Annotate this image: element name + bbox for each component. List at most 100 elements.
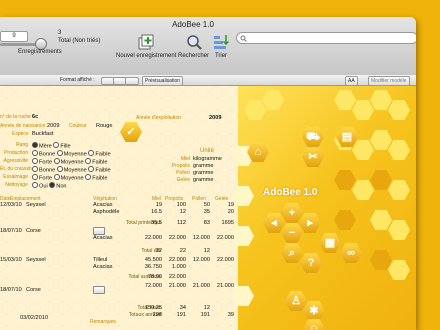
lock-icon: ♙ — [291, 295, 301, 307]
unit-value-jelly[interactable]: gramme — [193, 177, 214, 184]
spring-total-jelly: 1695 — [221, 220, 234, 226]
row7-add-button[interactable] — [93, 286, 105, 294]
row3-date[interactable]: 18/07/10 — [0, 228, 22, 235]
unit-value-pollen[interactable]: gramme — [193, 170, 214, 177]
aggress-option-low: Faible — [92, 159, 108, 166]
row6-propolis[interactable]: 1.000 — [162, 264, 186, 270]
rank-radio-mother[interactable] — [32, 142, 38, 148]
record-form: AdoBee 1.0 ⛟ ▤ ✂ ⌂ + ◂ ▸ − ⌕ ▦ ∞ ? ♙ ✱ ☺… — [0, 86, 416, 330]
production-radio-low[interactable] — [88, 150, 95, 156]
honeycomb-cell — [334, 90, 356, 110]
preview-button[interactable]: Prévisualisation — [142, 76, 184, 86]
rank-option-mother: Mère — [39, 143, 52, 150]
row5-place[interactable]: Seyssel — [26, 257, 46, 264]
row5-vegetation[interactable]: Tilleul — [93, 257, 107, 264]
row3-place[interactable]: Corse — [26, 228, 41, 235]
remarks-label: Remarques — [90, 319, 116, 325]
quick-search-field[interactable] — [236, 32, 416, 44]
row4-honey[interactable]: 22.000 — [138, 235, 162, 241]
row1-propolis[interactable]: 100 — [162, 202, 186, 208]
rank-label: Rang — [16, 142, 28, 148]
honeycomb-cell — [352, 180, 374, 200]
rank-radio-daughter[interactable] — [53, 142, 60, 148]
record-number-field[interactable]: 9 — [0, 31, 28, 42]
swarm-radio-low[interactable] — [85, 174, 92, 180]
row5-honey[interactable]: 45.500 — [138, 257, 162, 263]
unit-value-propolis[interactable]: gramme — [193, 163, 214, 170]
search-button[interactable]: Rechercher — [178, 33, 209, 59]
production-option-low: Faible — [95, 151, 111, 158]
row1-honey[interactable]: 19 — [138, 202, 162, 208]
row1-jelly[interactable]: 19 — [210, 202, 234, 208]
row4-pollen[interactable]: 12.000 — [186, 235, 210, 241]
new-record-label: Nouvel enregistrement — [116, 53, 177, 59]
species-value[interactable]: Buckfast — [32, 131, 53, 138]
row3-add-button[interactable] — [93, 227, 105, 235]
row1-place[interactable]: Seyssel — [26, 202, 46, 209]
font-size-button[interactable]: AA — [345, 76, 358, 86]
row5-propolis[interactable]: 22.000 — [162, 257, 186, 263]
row2-honey[interactable]: 16.5 — [138, 209, 162, 215]
row6-honey[interactable]: 36.750 — [138, 264, 162, 270]
exploit-year-value[interactable]: 2009 — [209, 115, 221, 122]
production-radio-medium[interactable] — [56, 150, 63, 156]
row6-vegetation[interactable]: Acacias — [93, 264, 113, 271]
table-view-button[interactable] — [125, 77, 139, 85]
row1-date[interactable]: 12/03/10 — [0, 202, 22, 209]
aggress-option-strong: Forte — [39, 159, 53, 166]
annual-total-jelly: 39 — [227, 312, 234, 318]
ok-hex-button[interactable]: ✓ — [120, 122, 142, 142]
row4-vegetation[interactable]: Acacias — [93, 235, 113, 242]
row2-jelly[interactable]: 20 — [210, 209, 234, 215]
row2-pollen[interactable]: 35 — [186, 209, 210, 215]
printer-icon: ▤ — [341, 131, 353, 143]
honeycomb-cell — [370, 210, 392, 230]
row5-date[interactable]: 15/03/10 — [0, 257, 22, 264]
swarm-radio-medium[interactable] — [53, 174, 60, 180]
honeycomb-cell — [388, 100, 410, 120]
row4-propolis[interactable]: 22.000 — [162, 235, 186, 241]
color-value[interactable]: Rouge — [96, 123, 112, 130]
unit-value-honey[interactable]: kilogramme — [193, 156, 222, 163]
row7-place[interactable]: Corse — [26, 287, 41, 294]
cleaning-radio-yes[interactable] — [32, 182, 38, 188]
swarm-option-medium: Moyenne — [60, 175, 84, 182]
extra-pollen: 21.000 — [192, 283, 210, 289]
brood-radio-medium[interactable] — [56, 166, 63, 172]
plus-icon: + — [288, 207, 296, 219]
sort-button[interactable]: Trier — [212, 33, 230, 59]
brood-option-good: Bonne — [39, 167, 56, 174]
magnifier-icon — [186, 35, 202, 50]
edit-layout-button[interactable]: Modifier modèle — [368, 76, 410, 86]
honeycomb-cell — [352, 100, 374, 120]
title-bar: AdoBee 1.0 9 3 Total (Non triés) Enregis… — [0, 17, 416, 76]
brood-radio-low[interactable] — [88, 166, 95, 172]
production-radio-good[interactable] — [32, 150, 38, 156]
cleaning-group[interactable]: Oui Non — [32, 182, 67, 191]
row1-vegetation[interactable]: Acacias — [93, 202, 113, 209]
brood-radio-good[interactable] — [32, 166, 38, 172]
row4-jelly[interactable]: 22.000 — [210, 235, 234, 241]
records-label: Enregistrements — [18, 49, 62, 55]
cleaning-radio-no[interactable] — [49, 182, 56, 188]
row5-jelly[interactable]: 22.000 — [210, 257, 234, 263]
new-record-button[interactable]: Nouvel enregistrement — [116, 33, 176, 59]
gear-icon: ✱ — [309, 305, 319, 317]
bottom-date[interactable]: 03/02/2010 — [20, 315, 48, 322]
row2-propolis[interactable]: 12 — [162, 209, 186, 215]
extra-honey: 72.000 — [144, 283, 162, 289]
hive-number-value[interactable]: 6c — [32, 114, 38, 121]
row5-pollen[interactable]: 12.000 — [186, 257, 210, 263]
row1-pollen[interactable]: 50 — [186, 202, 210, 208]
honeycomb-cell — [232, 226, 254, 246]
row2-vegetation[interactable]: Asphodèle — [93, 209, 119, 216]
row7-date[interactable]: 18/07/10 — [0, 287, 22, 294]
aggress-radio-strong[interactable] — [32, 158, 38, 164]
aggress-radio-medium[interactable] — [53, 158, 60, 164]
production-option-medium: Moyenne — [63, 151, 87, 158]
aggress-radio-low[interactable] — [85, 158, 92, 164]
birth-year-value[interactable]: 2009 — [47, 123, 59, 130]
swarm-radio-strong[interactable] — [32, 174, 38, 180]
minus-icon: − — [288, 227, 296, 239]
color-label: Couleur — [69, 123, 87, 129]
